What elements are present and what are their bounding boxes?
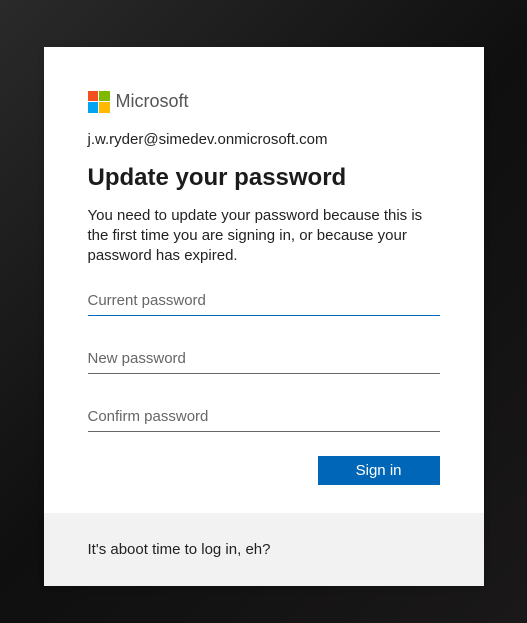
description-text: You need to update your password because… xyxy=(88,206,440,267)
confirm-password-input[interactable] xyxy=(88,402,440,432)
sign-in-button[interactable]: Sign in xyxy=(318,456,440,485)
branding-footer: It's aboot time to log in, eh? xyxy=(44,513,484,586)
microsoft-logo-text: Microsoft xyxy=(116,91,189,112)
footer-text: It's aboot time to log in, eh? xyxy=(88,541,271,558)
page-title: Update your password xyxy=(88,164,440,192)
microsoft-logo: Microsoft xyxy=(88,91,440,113)
user-identity: j.w.ryder@simedev.onmicrosoft.com xyxy=(88,131,440,148)
card-body: Microsoft j.w.ryder@simedev.onmicrosoft.… xyxy=(44,47,484,514)
microsoft-logo-icon xyxy=(88,91,110,113)
auth-card: Microsoft j.w.ryder@simedev.onmicrosoft.… xyxy=(44,47,484,587)
current-password-input[interactable] xyxy=(88,286,440,316)
new-password-input[interactable] xyxy=(88,344,440,374)
button-row: Sign in xyxy=(88,456,440,485)
